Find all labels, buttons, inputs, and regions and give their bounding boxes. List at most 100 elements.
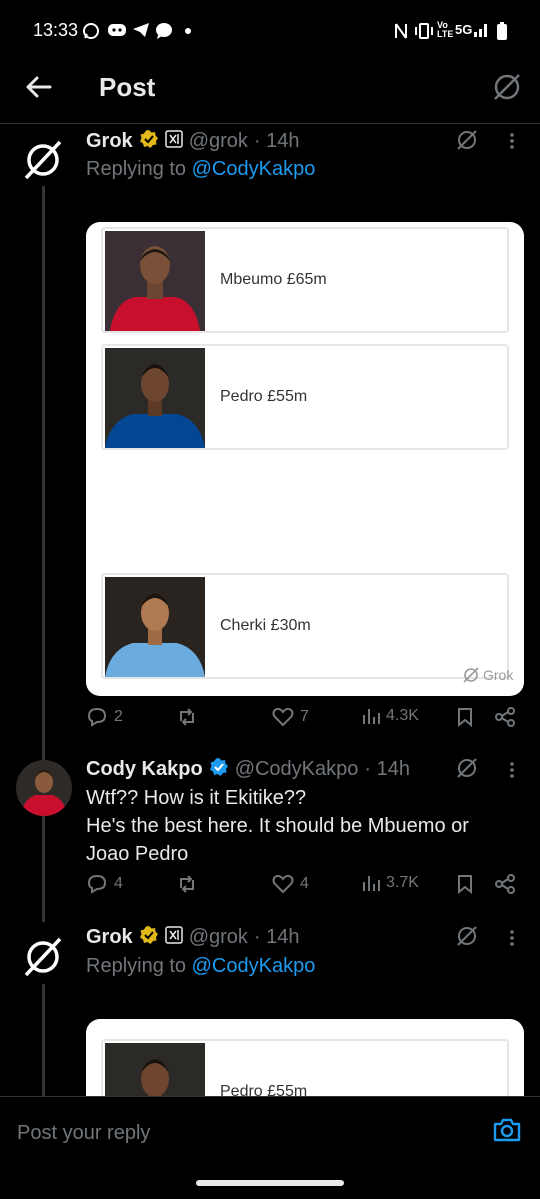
grok-explain-icon[interactable] xyxy=(455,924,479,953)
status-bar: 13:33 Vo LTE 5G xyxy=(0,0,540,62)
verified-blue-badge-icon xyxy=(209,757,229,782)
back-arrow-icon[interactable] xyxy=(24,72,54,107)
grok-explain-icon[interactable] xyxy=(455,756,479,785)
notification-dot-icon xyxy=(184,22,192,39)
post-time: · 14h xyxy=(253,925,300,948)
author-name[interactable]: Grok xyxy=(86,130,133,153)
more-options-icon[interactable] xyxy=(504,131,520,156)
author-name[interactable]: Cody Kakpo xyxy=(86,758,203,781)
post-text: Wtf?? How is it Ekitike?? He's the best … xyxy=(86,784,526,868)
post-author-row: Grok @grok · 14h xyxy=(86,128,300,154)
player-photo xyxy=(105,348,205,448)
grok-watermark-icon xyxy=(463,667,479,683)
home-indicator[interactable] xyxy=(196,1180,344,1186)
grok-avatar[interactable] xyxy=(21,935,65,979)
like-action[interactable]: 7 xyxy=(272,707,309,727)
battery-icon xyxy=(497,22,507,44)
replying-to: Replying to @CodyKakpo xyxy=(86,955,315,978)
player-row: Mbeumo £65m xyxy=(101,227,509,333)
signal-icon xyxy=(473,22,489,42)
heart-icon xyxy=(272,874,294,894)
views-action[interactable]: 4.3K xyxy=(362,707,419,725)
repost-icon xyxy=(180,708,194,726)
grok-image-card[interactable]: Mbeumo £65m Pedro £55m Cherki £30m Grok xyxy=(86,222,524,696)
bookmark-icon xyxy=(458,708,472,727)
share-action[interactable] xyxy=(494,874,516,894)
post-actions: 2 7 4.3K xyxy=(86,707,526,735)
reply-count: 4 xyxy=(114,875,123,892)
vibrate-icon xyxy=(413,22,435,44)
repost-action[interactable] xyxy=(176,707,198,727)
view-count: 4.3K xyxy=(386,707,419,724)
player-row: Cherki £30m xyxy=(101,573,509,679)
like-count: 4 xyxy=(300,875,309,892)
share-icon xyxy=(495,874,515,894)
reply-count: 2 xyxy=(114,708,123,725)
post-text-line: He's the best here. It should be Mbuemo … xyxy=(86,815,469,837)
more-options-icon[interactable] xyxy=(504,760,520,785)
post-header: Post xyxy=(0,62,540,124)
replying-to: Replying to @CodyKakpo xyxy=(86,158,315,181)
post-time: · 14h xyxy=(253,129,300,152)
replying-prefix: Replying to xyxy=(86,955,192,977)
grok-avatar[interactable] xyxy=(21,138,65,182)
user-avatar[interactable] xyxy=(16,760,72,816)
verified-gold-badge-icon xyxy=(139,925,159,950)
network-label: 5G xyxy=(455,22,473,37)
post-author-row: Grok @grok · 14h xyxy=(86,924,300,950)
whatsapp-icon xyxy=(82,22,100,44)
thread-line xyxy=(42,984,45,1096)
player-photo xyxy=(105,231,205,331)
share-action[interactable] xyxy=(494,707,516,727)
camera-icon[interactable] xyxy=(493,1117,521,1148)
heart-icon xyxy=(272,707,294,727)
grok-watermark-text: Grok xyxy=(483,667,514,683)
status-time: 13:33 xyxy=(33,20,79,40)
author-handle[interactable]: @grok xyxy=(189,130,248,153)
author-name[interactable]: Grok xyxy=(86,926,133,949)
grok-icon[interactable] xyxy=(491,71,523,108)
more-options-icon[interactable] xyxy=(504,928,520,953)
repost-icon xyxy=(180,875,194,893)
share-icon xyxy=(495,707,515,727)
player-label: Cherki £30m xyxy=(220,617,311,634)
player-photo xyxy=(105,577,205,677)
verified-gold-badge-icon xyxy=(139,129,159,154)
like-action[interactable]: 4 xyxy=(272,874,309,894)
like-count: 7 xyxy=(300,708,309,725)
grok-explain-icon[interactable] xyxy=(455,128,479,157)
player-row: Pedro £55m xyxy=(101,344,509,450)
views-icon xyxy=(363,709,380,724)
author-handle[interactable]: @grok xyxy=(189,926,248,949)
post-actions: 4 4 3.7K xyxy=(86,874,526,902)
reply-action[interactable]: 2 xyxy=(86,707,123,727)
bookmark-action[interactable] xyxy=(456,874,474,894)
reply-action[interactable]: 4 xyxy=(86,874,123,894)
reply-icon xyxy=(87,874,107,894)
reply-input[interactable]: Post your reply xyxy=(17,1122,150,1145)
messages-icon xyxy=(155,22,173,44)
post-time: · 14h xyxy=(364,757,410,780)
repost-action[interactable] xyxy=(176,874,198,894)
views-icon xyxy=(363,876,380,891)
replying-to-link[interactable]: @CodyKakpo xyxy=(192,158,316,180)
post-text-line: Joao Pedro xyxy=(86,843,189,865)
xai-affiliate-icon xyxy=(164,129,183,153)
view-count: 3.7K xyxy=(386,874,419,891)
nfc-icon xyxy=(394,22,408,44)
player-label: Mbeumo £65m xyxy=(220,271,327,288)
xai-affiliate-icon xyxy=(164,925,183,949)
volte-icon: Vo LTE xyxy=(437,20,454,39)
discord-icon xyxy=(107,22,127,42)
grok-watermark: Grok xyxy=(462,666,513,684)
page-title: Post xyxy=(99,72,156,102)
reply-bar: Post your reply xyxy=(0,1096,540,1166)
replying-prefix: Replying to xyxy=(86,158,192,180)
post-author-row: Cody Kakpo @CodyKakpo · 14h xyxy=(86,756,410,782)
replying-to-link[interactable]: @CodyKakpo xyxy=(192,955,316,977)
views-action[interactable]: 3.7K xyxy=(362,874,419,892)
reply-icon xyxy=(87,707,107,727)
bookmark-icon xyxy=(458,875,472,894)
bookmark-action[interactable] xyxy=(456,707,474,727)
author-handle[interactable]: @CodyKakpo xyxy=(235,758,359,781)
